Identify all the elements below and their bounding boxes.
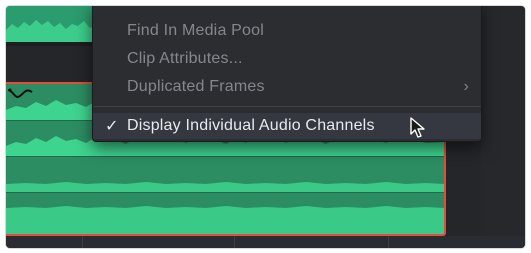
chevron-right-icon: ›: [463, 78, 469, 95]
ruler-tick: [82, 236, 83, 248]
menu-item-duplicated-frames[interactable]: Duplicated Frames ›: [93, 74, 481, 100]
ruler-tick: [388, 236, 389, 248]
checkmark-icon: ✓: [105, 118, 119, 135]
menu-item-find-in-media-pool[interactable]: Find In Media Pool: [93, 18, 481, 44]
timeline-viewport: Find In Media Pool Clip Attributes... Du…: [6, 6, 525, 248]
menu-separator: [93, 106, 481, 107]
volume-curve-icon[interactable]: [6, 84, 34, 102]
mouse-pointer-icon: [410, 117, 425, 138]
menu-item-clip-attributes[interactable]: Clip Attributes...: [93, 46, 481, 72]
ruler-tick: [234, 236, 235, 248]
menu-item-label: Clip Attributes...: [127, 50, 243, 67]
timeline-track-empty-area: [481, 6, 525, 236]
timeline-lower-track: [6, 236, 525, 248]
menu-item-label: Find In Media Pool: [127, 22, 265, 39]
menu-item-label: Duplicated Frames: [127, 78, 265, 95]
menu-item-label: Display Individual Audio Channels: [127, 117, 375, 134]
